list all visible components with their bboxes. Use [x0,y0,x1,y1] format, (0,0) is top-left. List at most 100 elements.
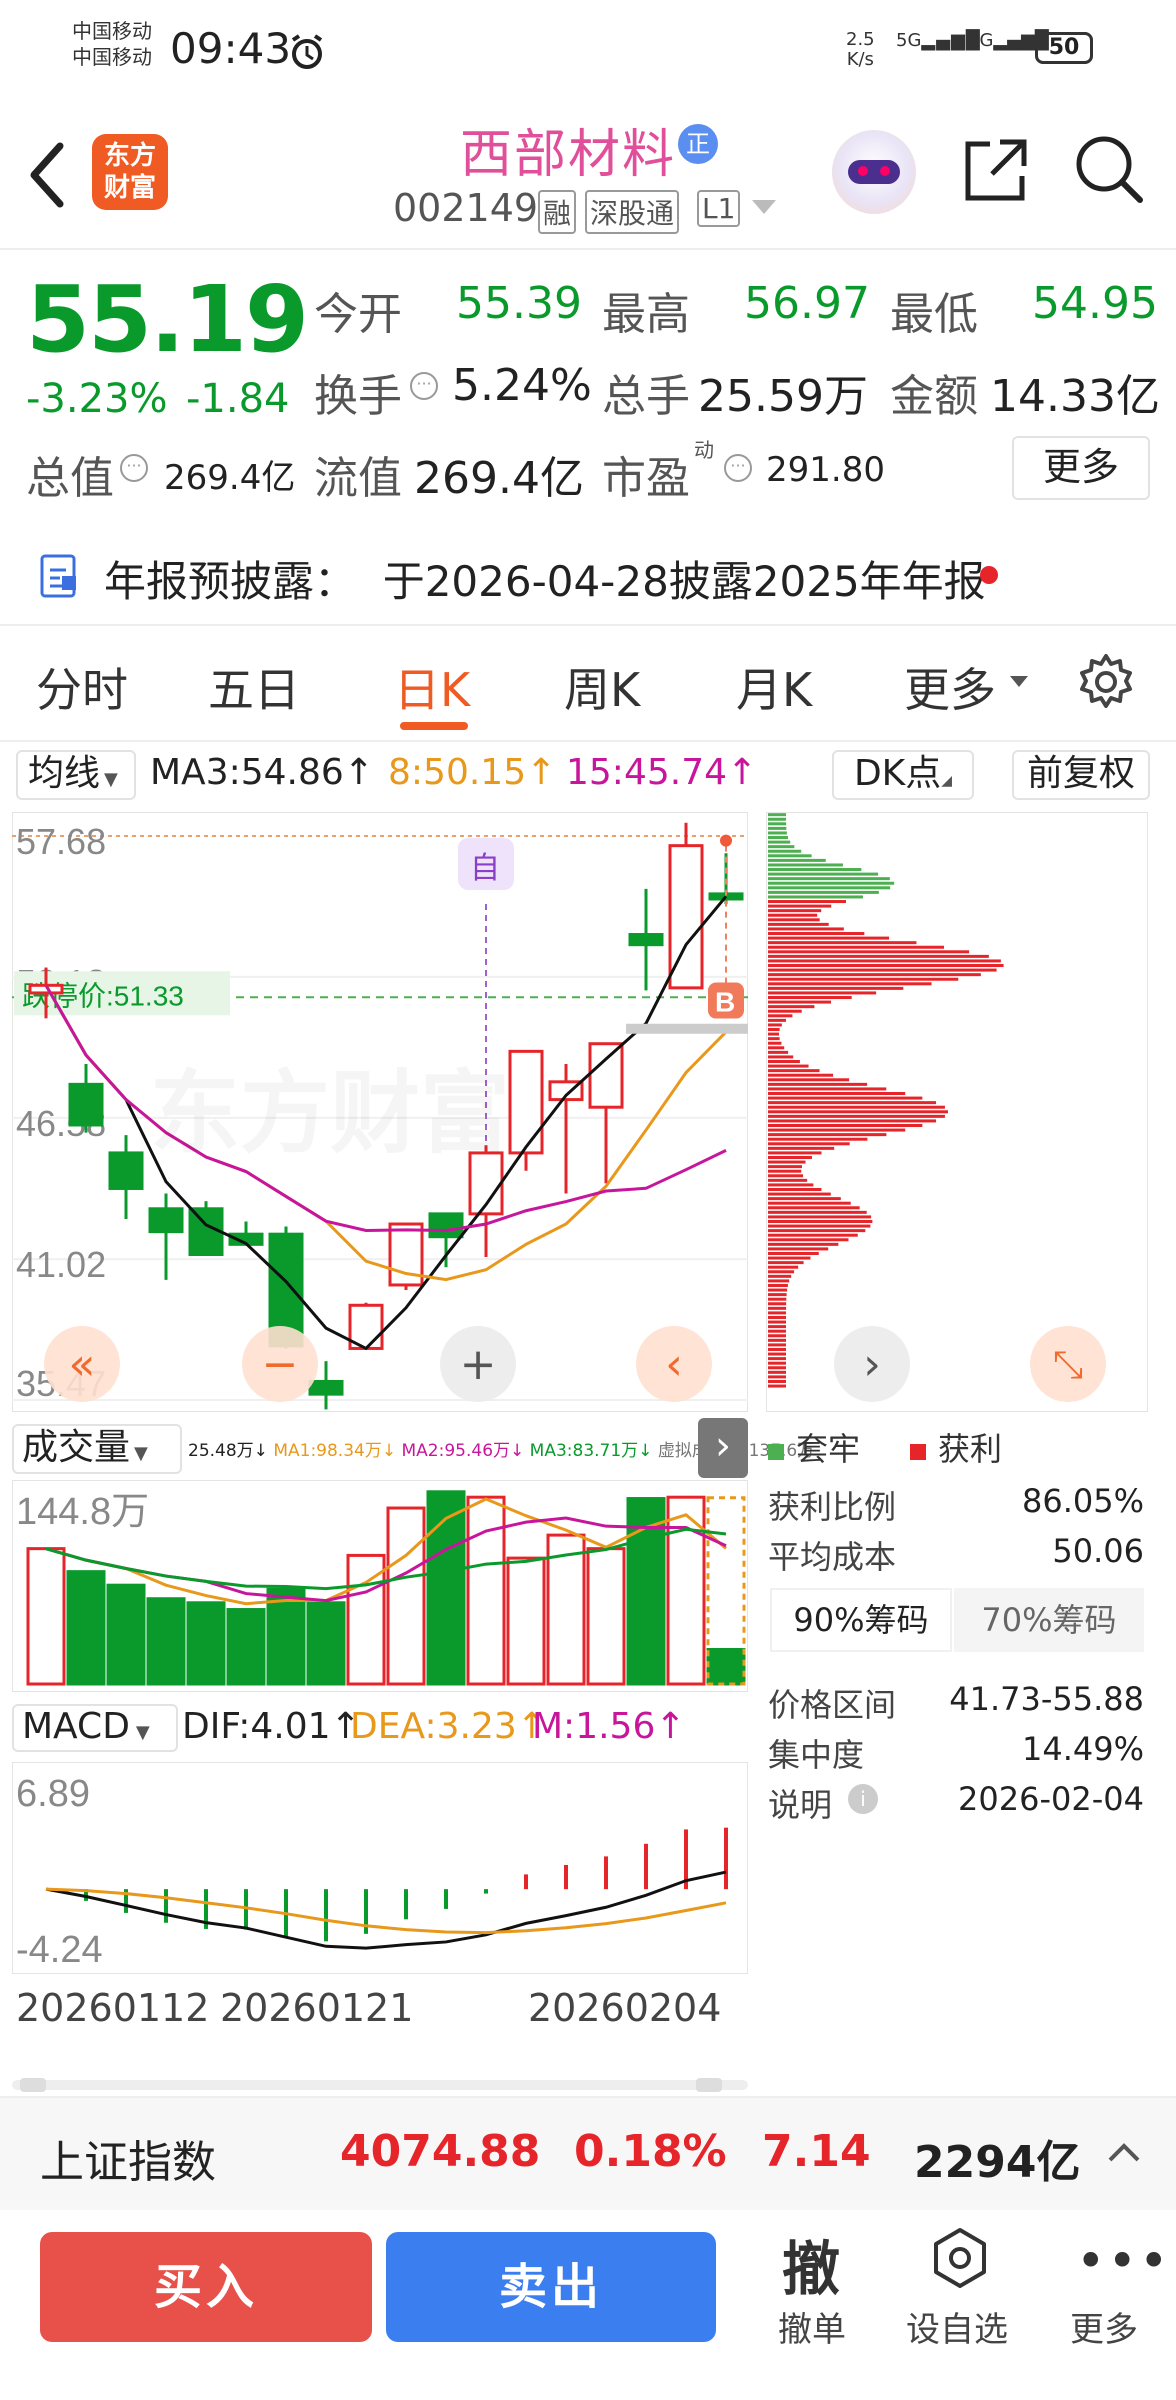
volume-bar [466,1495,506,1686]
chip-bar [768,1210,867,1214]
macd-dropdown[interactable]: MACD ▼ [12,1704,178,1752]
active-tab-indicator [400,722,468,730]
index-amount: 2294亿 [914,2137,1081,2188]
buy-button[interactable]: 买入 [40,2232,372,2342]
clock: 09:43 [170,24,292,73]
chip-bar [768,1256,811,1260]
watermark: 东方财富 [150,1040,510,1170]
sell-button[interactable]: 卖出 [386,2232,716,2342]
note-value: 2026-02-04 [958,1780,1144,1818]
notice-text[interactable]: 年报预披露： 于2026-04-28披露2025年年报 [104,548,986,609]
chip-bar [768,1338,787,1342]
rewind-button[interactable]: « [44,1326,120,1402]
chip-tab-70[interactable]: 70%筹码 [954,1588,1144,1652]
chip-bar [768,1133,887,1137]
chevron-up-icon[interactable] [1106,2140,1142,2164]
chip-tab-90[interactable]: 90%筹码 [770,1588,952,1652]
cancel-order-label[interactable]: 撤单 [778,2302,846,2351]
macd-dea: DEA:3.23↑ [350,1706,547,1747]
chip-bar [768,982,932,986]
report-icon [40,554,76,598]
robot-assistant-icon[interactable] [832,130,916,214]
chip-bar [768,1247,829,1251]
back-icon[interactable] [22,140,72,210]
chip-bar [768,1293,787,1297]
tab-daily-k[interactable]: 日K [394,654,470,720]
tab-five-day[interactable]: 五日 [208,654,300,720]
float-value-label: 流值 [314,453,402,504]
dk-point-button[interactable]: DK点◢ [832,750,974,800]
chip-bar [768,1206,860,1210]
expand-panel-button[interactable]: › [698,1418,748,1478]
chip-bar [768,1055,794,1059]
tag-level[interactable]: L1 [697,190,741,227]
cancel-order-icon[interactable]: 撤 [782,2222,840,2306]
adjust-button[interactable]: 前复权 [1012,750,1150,800]
chip-bar [768,964,1004,968]
scroll-right-button[interactable]: › [834,1326,910,1402]
chip-bar [768,1224,871,1228]
zoom-out-button[interactable]: − [242,1326,318,1402]
chip-bar [768,1187,822,1191]
open-value: 55.39 [456,278,582,329]
chip-bar [768,1261,804,1265]
more-dots-icon[interactable]: ••• [1076,2232,1170,2290]
chip-bar [768,941,917,945]
volume-dropdown[interactable]: 成交量 ▼ [12,1424,182,1474]
chip-bar [768,936,890,940]
info-icon[interactable]: ··· [724,454,752,482]
ma-dropdown[interactable]: 均线 ▼ [16,750,136,800]
add-watchlist-icon[interactable] [928,2226,992,2290]
profit-ratio-label: 获利比例 [768,1488,897,1526]
chip-bar [768,817,787,821]
chip-bar [768,1087,887,1091]
chip-bar [768,1229,866,1233]
info-icon[interactable]: i [848,1784,878,1814]
low-label: 最低 [890,289,978,340]
chip-bar [768,977,959,981]
scroll-left-button[interactable]: ‹ [636,1326,712,1402]
chip-bar [768,1041,782,1045]
amount-value: 14.33亿 [990,371,1160,422]
chip-bar [768,1128,906,1132]
high-value: 56.97 [744,278,870,329]
chip-bar [768,918,820,922]
info-icon[interactable]: ··· [120,454,148,482]
tab-weekly-k[interactable]: 周K [564,654,640,720]
add-watchlist-label[interactable]: 设自选 [906,2302,1008,2351]
search-icon[interactable] [1072,132,1146,206]
chip-bar [768,858,826,862]
volume-bar [266,1587,306,1686]
share-icon[interactable] [960,136,1030,206]
info-icon[interactable]: ··· [410,372,438,400]
more-label[interactable]: 更多 [1070,2302,1138,2351]
chip-bar [768,932,865,936]
chip-bar [768,968,997,972]
macd-y-tick-top: 6.89 [16,1773,90,1815]
drag-handle-right[interactable] [696,2078,722,2092]
more-quote-button[interactable]: 更多 [1012,436,1150,500]
tab-intraday[interactable]: 分时 [36,654,128,720]
volume-bar [226,1608,266,1686]
tab-monthly-k[interactable]: 月K [736,654,812,720]
chevron-down-icon[interactable] [752,200,776,214]
chip-bar [768,1347,786,1351]
fullscreen-icon[interactable]: ⤡ [1030,1326,1106,1402]
zoom-in-button[interactable]: + [440,1326,516,1402]
settings-icon[interactable] [1076,652,1136,712]
scroll-track[interactable] [12,2080,748,2090]
tab-more[interactable]: 更多 [904,654,996,720]
macd-chart: 6.89 -4.24 [12,1762,748,1974]
high-label: 最高 [602,289,690,340]
index-price: 4074.88 [340,2126,541,2177]
turnover-label: 换手 [314,371,402,422]
tag-margin: 融 [538,190,577,234]
chip-bar [768,1137,868,1141]
drag-handle-left[interactable] [20,2078,46,2092]
chip-bar [768,1274,792,1278]
total-value: 269.4亿 [164,458,296,498]
price-range-value: 41.73-55.88 [949,1680,1144,1718]
chip-bar [768,1142,850,1146]
chip-bar [768,1283,788,1287]
chip-bar [768,1060,800,1064]
